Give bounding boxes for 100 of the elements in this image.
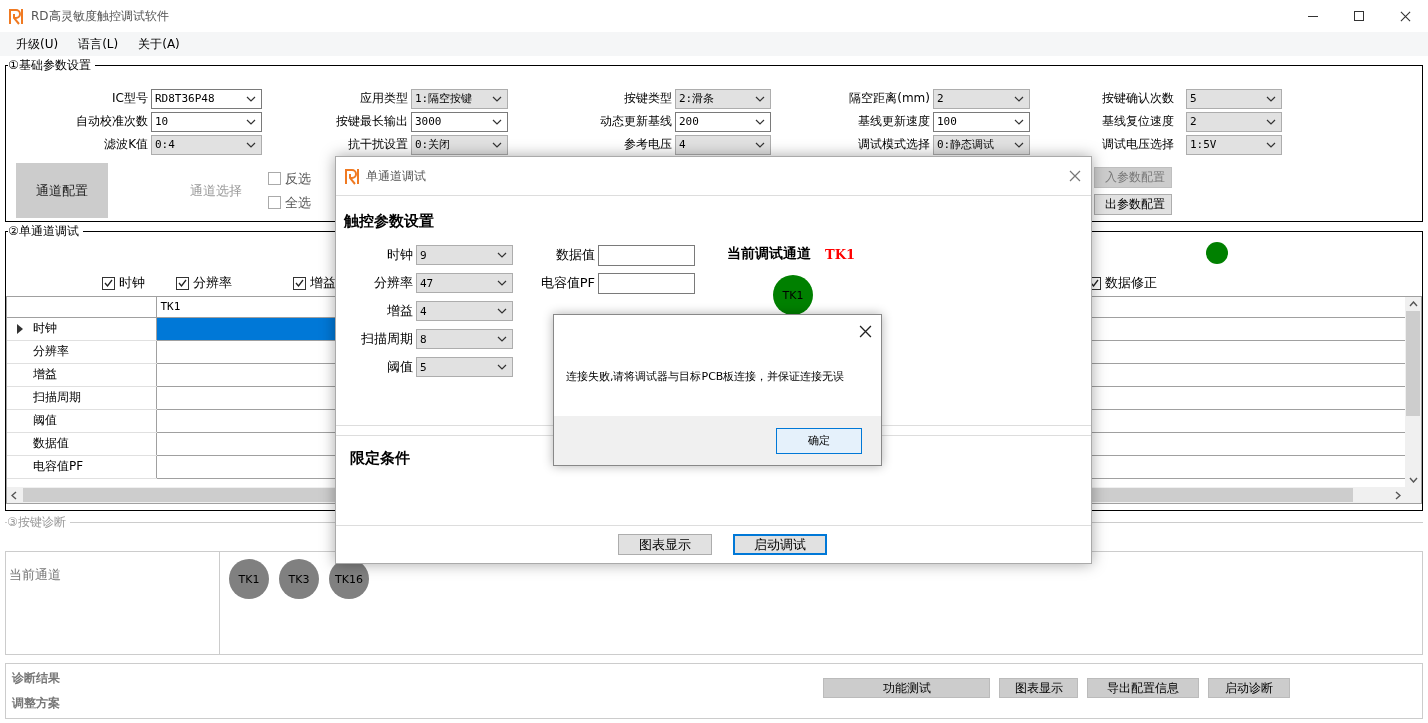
- channel-select-label: 通道选择: [190, 181, 242, 200]
- select-checkbox[interactable]: 全选: [268, 193, 311, 212]
- chevron-down-icon: [1266, 95, 1276, 102]
- chevron-down-icon: [492, 141, 502, 148]
- param-dropdown[interactable]: 200: [675, 111, 771, 132]
- param-dropdown[interactable]: 1:5V: [1186, 134, 1282, 155]
- chevron-down-icon: [246, 118, 256, 125]
- chevron-down-icon: [1014, 95, 1024, 102]
- section-title: 触控参数设置: [344, 212, 434, 230]
- chevron-down-icon: [1014, 118, 1024, 125]
- param-dropdown[interactable]: 0:关闭: [411, 134, 508, 155]
- table-cell[interactable]: [156, 363, 336, 386]
- logo-icon: [8, 7, 25, 25]
- chevron-down-icon: [1014, 141, 1024, 148]
- param-dropdown[interactable]: 10: [151, 111, 262, 132]
- chevron-down-icon: [246, 141, 256, 148]
- column-checkbox[interactable]: 分辨率: [176, 274, 293, 292]
- menu-item[interactable]: 语言(L): [68, 35, 129, 53]
- diagnosis-button[interactable]: 导出配置信息: [1087, 678, 1199, 698]
- window-title: RD高灵敏度触控调试软件: [31, 7, 169, 25]
- chevron-down-icon: [1266, 118, 1276, 125]
- ok-button[interactable]: 确定: [776, 427, 862, 454]
- close-icon: [1399, 10, 1411, 22]
- param-dropdown[interactable]: 0:4: [151, 134, 262, 155]
- input-field[interactable]: [598, 244, 695, 266]
- dialog-button[interactable]: 图表显示: [618, 534, 712, 555]
- param-dropdown[interactable]: 4: [675, 134, 771, 155]
- select-checkbox[interactable]: 反选: [268, 169, 311, 188]
- menu-item[interactable]: 关于(A): [128, 35, 190, 53]
- current-channel-value: TK1: [825, 246, 856, 262]
- param-dropdown[interactable]: RD8T36P48: [151, 88, 262, 109]
- chevron-down-icon: [497, 280, 507, 286]
- input-field[interactable]: [598, 272, 695, 294]
- channel-config-button[interactable]: 通道配置: [16, 163, 108, 218]
- chevron-down-icon: [497, 308, 507, 314]
- table-cell[interactable]: [156, 317, 336, 340]
- param-dropdown[interactable]: 2: [933, 88, 1030, 109]
- param-dropdown[interactable]: 5: [416, 357, 513, 377]
- param-dropdown[interactable]: 0:静态调试: [933, 134, 1030, 155]
- param-dropdown[interactable]: 2: [1186, 111, 1282, 132]
- table-cell[interactable]: [156, 432, 336, 455]
- param-label: 分辨率: [373, 274, 414, 292]
- close-icon: [858, 324, 872, 338]
- minimize-icon: [1308, 15, 1318, 17]
- table-cell[interactable]: [156, 386, 336, 409]
- diagnosis-button[interactable]: 图表显示: [999, 678, 1078, 698]
- param-dropdown[interactable]: 1:隔空按键: [411, 88, 508, 109]
- row-label: 电容值PF: [33, 458, 84, 475]
- param-label: 调试模式选择: [857, 136, 931, 153]
- param-label: 基线更新速度: [857, 113, 931, 130]
- param-dropdown[interactable]: 8: [416, 329, 513, 349]
- chevron-down-icon: [755, 141, 765, 148]
- logo-icon: [344, 167, 361, 185]
- table-cell[interactable]: [156, 340, 336, 363]
- table-cell[interactable]: [156, 455, 336, 478]
- param-dropdown[interactable]: 9: [416, 245, 513, 265]
- chevron-left-icon: [11, 490, 17, 500]
- column-checkbox[interactable]: 增益: [293, 274, 353, 292]
- chevron-down-icon: [497, 364, 507, 370]
- param-label: IC型号: [111, 90, 149, 107]
- param-label: 阈值: [386, 358, 414, 376]
- chevron-down-icon: [1408, 477, 1418, 483]
- diagnosis-button[interactable]: 功能测试: [823, 678, 990, 698]
- channel-chip[interactable]: TK1: [229, 559, 269, 599]
- dialog-button[interactable]: 启动调试: [733, 534, 827, 555]
- maximize-icon: [1354, 11, 1364, 21]
- chevron-down-icon: [246, 95, 256, 102]
- chevron-down-icon: [492, 95, 502, 102]
- chevron-down-icon: [755, 95, 765, 102]
- param-label: 按键确认次数: [1101, 90, 1175, 107]
- vertical-scrollbar[interactable]: [1405, 297, 1421, 487]
- chevron-right-icon: [1395, 490, 1401, 500]
- chevron-down-icon: [497, 252, 507, 258]
- field-label: 数据值: [555, 246, 596, 264]
- menu-item[interactable]: 升级(U): [6, 35, 69, 53]
- param-label: 扫描周期: [360, 330, 414, 348]
- param-dropdown[interactable]: 2:滑条: [675, 88, 771, 109]
- param-dropdown[interactable]: 5: [1186, 88, 1282, 109]
- param-label: 增益: [386, 302, 414, 320]
- channel-chip[interactable]: TK3: [279, 559, 319, 599]
- channel-chip[interactable]: TK1: [773, 275, 813, 315]
- config-button[interactable]: 出参数配置: [1094, 193, 1172, 215]
- param-label: 自动校准次数: [75, 113, 149, 130]
- param-dropdown[interactable]: 100: [933, 111, 1030, 132]
- row-label: 扫描周期: [33, 389, 81, 406]
- group-title: ②单通道调试: [8, 223, 83, 240]
- param-dropdown[interactable]: 3000: [411, 111, 508, 132]
- param-label: 时钟: [386, 246, 414, 264]
- param-label: 动态更新基线: [599, 113, 673, 130]
- param-dropdown[interactable]: 4: [416, 301, 513, 321]
- param-label: 应用类型: [359, 90, 409, 107]
- column-checkbox[interactable]: 时钟: [102, 274, 176, 292]
- diagnosis-button[interactable]: 启动诊断: [1208, 678, 1290, 698]
- param-label: 隔空距离(mm): [848, 90, 931, 107]
- plan-label: 调整方案: [12, 695, 60, 712]
- table-cell[interactable]: [156, 409, 336, 432]
- param-dropdown[interactable]: 47: [416, 273, 513, 293]
- status-dot-icon: [1206, 242, 1228, 264]
- chevron-down-icon: [755, 118, 765, 125]
- param-label: 基线复位速度: [1101, 113, 1175, 130]
